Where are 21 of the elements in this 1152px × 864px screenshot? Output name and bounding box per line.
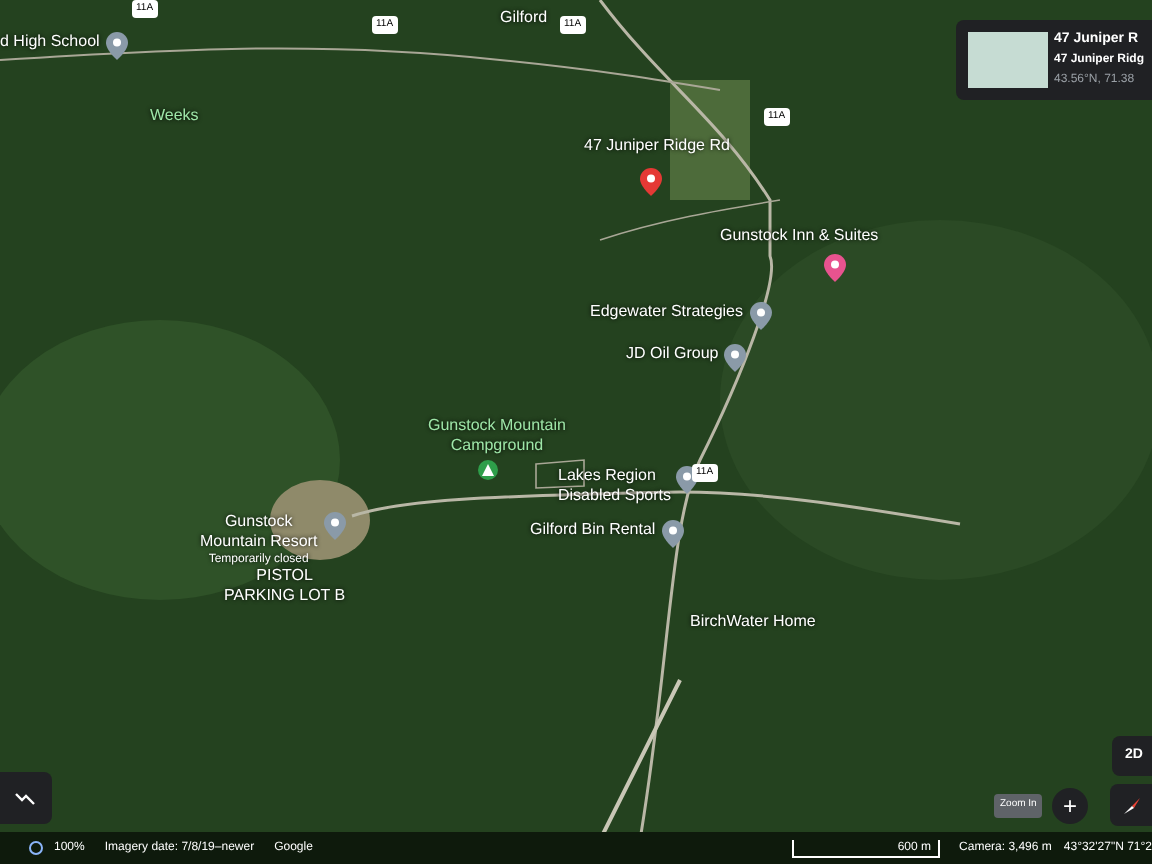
map-label[interactable]: 47 Juniper Ridge Rd — [584, 136, 730, 156]
zigzag-line-icon — [14, 790, 38, 806]
map-label[interactable]: JD Oil Group — [626, 344, 719, 364]
satellite-map-drawing[interactable] — [0, 0, 1152, 832]
place-pin-icon[interactable] — [661, 520, 684, 548]
map-label[interactable]: Edgewater Strategies — [590, 302, 743, 322]
map-thumbnail — [968, 32, 1048, 88]
map-label[interactable]: Gunstock Mountain Campground — [428, 416, 566, 456]
place-pin-icon[interactable] — [749, 302, 771, 330]
layers-button[interactable] — [0, 772, 52, 824]
location-pin-icon[interactable] — [640, 168, 662, 196]
place-pin-icon[interactable] — [724, 344, 747, 372]
tent-icon[interactable] — [478, 460, 499, 480]
map-label[interactable]: PISTOL PARKING LOT B — [224, 566, 346, 606]
map-label[interactable]: d High School — [0, 32, 100, 52]
map-label[interactable]: Gilford Bin Rental — [530, 520, 656, 540]
compass-icon — [1121, 795, 1141, 815]
map-label[interactable]: BirchWater Home — [690, 612, 816, 632]
circle-icon — [28, 840, 44, 856]
map-label[interactable]: Gilford — [500, 8, 548, 28]
map-label[interactable]: Weeks — [150, 106, 199, 126]
